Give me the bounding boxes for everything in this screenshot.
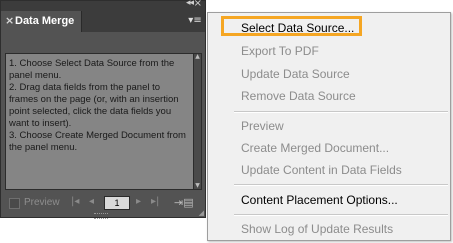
menu-separator [234, 111, 448, 113]
instructions-area: 1. Choose Select Data Source from the pa… [5, 53, 194, 190]
panel-flyout-menu: Select Data Source... Export To PDF Upda… [207, 12, 451, 241]
instructions-text: 1. Choose Select Data Source from the pa… [6, 54, 193, 158]
menu-item-update-data-source[interactable]: Update Data Source [241, 67, 350, 81]
menu-item-content-placement-options[interactable]: Content Placement Options... [241, 193, 398, 207]
vertical-scrollbar[interactable]: ▲ ▼ [193, 53, 202, 190]
menu-separator [234, 214, 448, 216]
panel-footer: Preview |◂ ◂ 1 ▸ ▸| ⇥▤ [1, 193, 205, 213]
resize-corner-icon[interactable]: ◢ [199, 209, 204, 217]
menu-item-update-content-in-data-fields[interactable]: Update Content in Data Fields [241, 163, 402, 177]
preview-checkbox[interactable] [9, 198, 20, 209]
tab-close-icon[interactable]: × [5, 14, 14, 27]
panel-tab-row: × Data Merge ▾≡ [1, 11, 205, 32]
panel-top-strip: ◂◂ × [1, 0, 205, 11]
menu-item-remove-data-source[interactable]: Remove Data Source [241, 89, 356, 103]
last-record-icon[interactable]: ▸| [151, 196, 159, 207]
close-icon[interactable]: × [194, 0, 202, 9]
record-number-field[interactable]: 1 [104, 196, 130, 210]
previous-record-icon[interactable]: ◂ [89, 196, 94, 207]
collapse-icon[interactable]: ◂◂ [186, 0, 194, 8]
menu-item-preview[interactable]: Preview [241, 119, 284, 133]
menu-item-show-log-of-update-results[interactable]: Show Log of Update Results [241, 222, 393, 236]
scroll-down-icon[interactable]: ▼ [194, 182, 201, 189]
tab-data-merge[interactable]: × Data Merge [1, 11, 82, 32]
menu-separator [234, 184, 448, 186]
create-merged-document-icon[interactable]: ⇥▤ [174, 196, 194, 209]
first-record-icon[interactable]: |◂ [71, 196, 79, 207]
next-record-icon[interactable]: ▸ [136, 196, 141, 207]
resize-grip[interactable] [94, 213, 108, 219]
panel-menu-icon[interactable]: ▾≡ [188, 14, 202, 28]
instruction-step: 2. Drag data fields from the panel to fr… [9, 82, 179, 129]
menu-item-export-to-pdf[interactable]: Export To PDF [241, 44, 319, 58]
scroll-up-icon[interactable]: ▲ [194, 53, 201, 60]
tab-label: Data Merge [15, 15, 75, 27]
highlight-box [221, 16, 362, 36]
data-merge-panel: ◂◂ × × Data Merge ▾≡ 1. Choose Select Da… [0, 0, 206, 219]
instruction-step: 3. Choose Create Merged Document from th… [9, 130, 186, 153]
menu-item-create-merged-document[interactable]: Create Merged Document... [241, 141, 389, 155]
preview-label: Preview [24, 197, 60, 208]
instruction-step: 1. Choose Select Data Source from the pa… [9, 58, 175, 81]
